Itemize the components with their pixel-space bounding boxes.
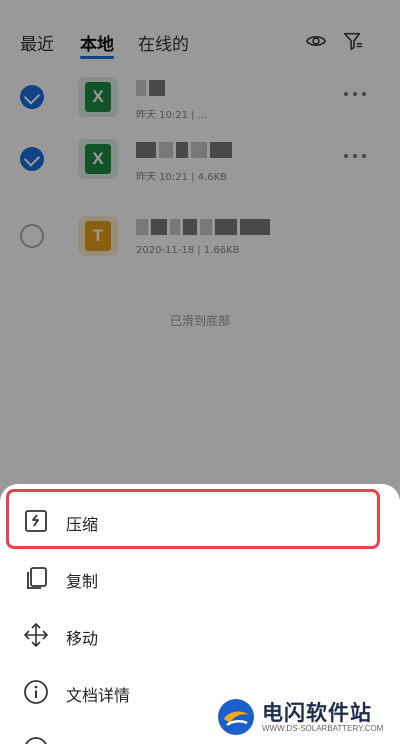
site-logo-icon: [218, 699, 254, 735]
watermark: 电闪软件站 WWW.DS-SOLARBATTERY.COM: [200, 694, 396, 740]
watermark-url: WWW.DS-SOLARBATTERY.COM: [262, 724, 384, 733]
menu-item-move[interactable]: 移动: [0, 607, 400, 663]
copy-icon: [27, 567, 47, 589]
highlight-annotation: [6, 489, 380, 549]
move-icon: [24, 623, 48, 647]
menu-item-copy[interactable]: 复制: [0, 550, 400, 606]
partial-menu-icon: [25, 737, 47, 744]
watermark-title: 电闪软件站: [262, 701, 372, 725]
menu-label-details: 文档详情: [66, 686, 131, 705]
menu-label-move: 移动: [66, 629, 99, 648]
menu-label-copy: 复制: [66, 572, 99, 591]
info-icon: [24, 680, 48, 704]
